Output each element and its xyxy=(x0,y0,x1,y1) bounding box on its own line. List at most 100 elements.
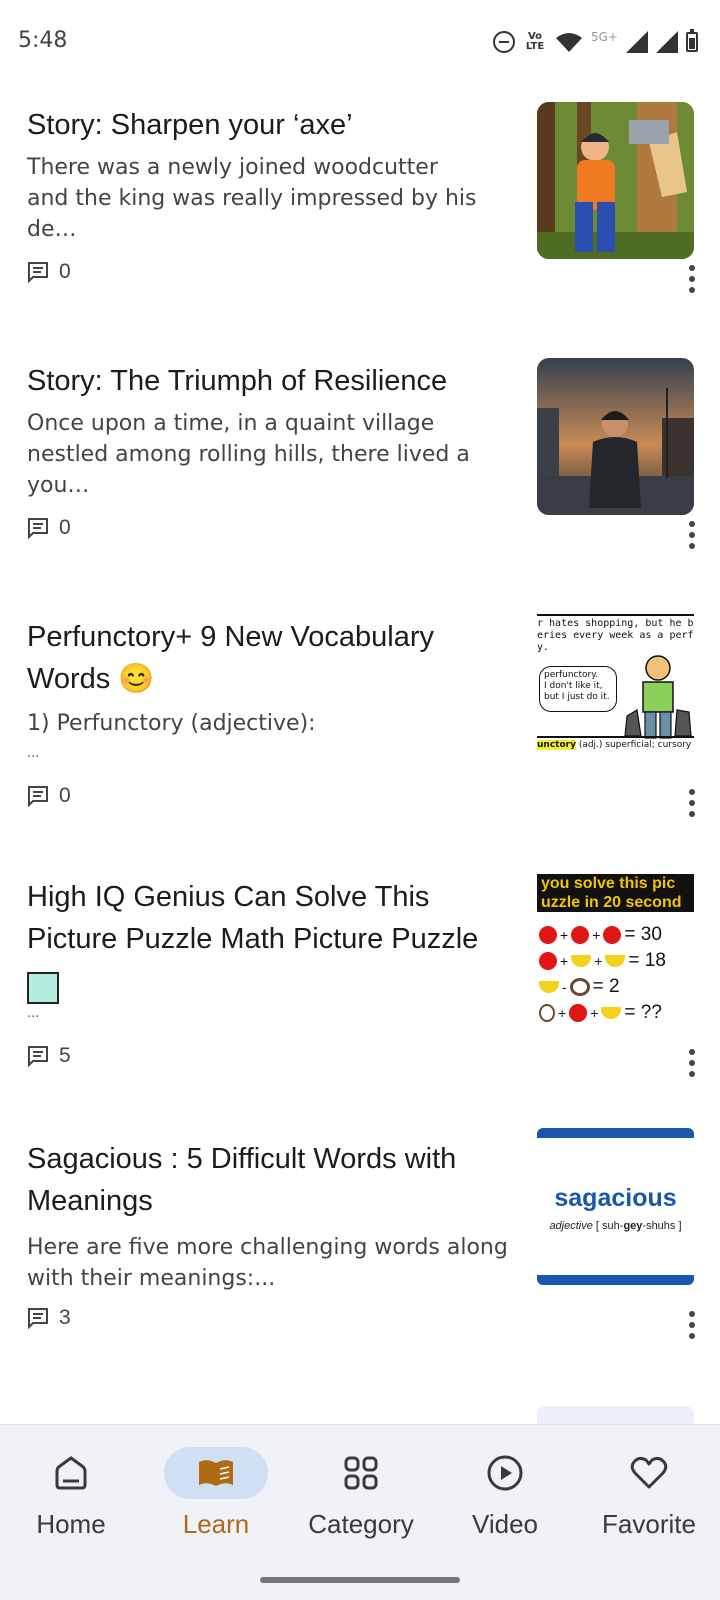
woodcutter-illustration xyxy=(537,102,694,259)
thumb-caption-line: eries every week as a perfuncto xyxy=(537,630,694,641)
shopper-figure xyxy=(624,655,692,739)
signal-icon xyxy=(626,31,648,53)
apple-icon xyxy=(571,926,590,944)
excerpt-line: 1) Perfunctory (adjective): xyxy=(27,711,316,736)
nav-category[interactable]: Category xyxy=(291,1447,431,1557)
article-thumbnail[interactable] xyxy=(537,358,694,515)
title-line: Perfunctory+ 9 New Vocabulary xyxy=(27,621,435,653)
puzzle-result: = 18 xyxy=(628,950,666,971)
article-thumbnail[interactable] xyxy=(537,102,694,259)
article-excerpt: Here are five more challenging words alo… xyxy=(27,1232,525,1294)
banana-icon xyxy=(601,1007,622,1019)
nav-favorite[interactable]: Favorite xyxy=(579,1447,719,1557)
nav-learn-label: Learn xyxy=(182,1509,250,1539)
title-line: Words 😊 xyxy=(27,663,155,695)
more-options-icon[interactable] xyxy=(680,786,704,820)
next-article-thumbnail[interactable] xyxy=(537,1406,694,1424)
network-type: 5G+ xyxy=(591,30,618,44)
more-options-icon[interactable] xyxy=(680,1308,704,1342)
heart-icon xyxy=(630,1456,668,1489)
wifi-icon xyxy=(556,33,582,52)
article-card[interactable]: Perfunctory+ 9 New Vocabulary Words 😊 1)… xyxy=(0,596,720,858)
speech-bubble: perfunctory. I don't like it, but I just… xyxy=(539,666,617,712)
comment-icon xyxy=(28,1046,48,1067)
comment-count[interactable]: 0 xyxy=(27,516,71,540)
article-feed[interactable]: Story: Sharpen your ‘axe’ There was a ne… xyxy=(0,84,720,1424)
puzzle-row: + + = 30 xyxy=(539,922,694,948)
article-title[interactable]: Story: Sharpen your ‘axe’ xyxy=(27,104,525,146)
pron-part: -shuhs ] xyxy=(642,1220,682,1232)
puzzle-result: = 30 xyxy=(624,924,662,945)
do-not-disturb-icon xyxy=(493,31,515,53)
volte-icon: Vo LTE xyxy=(525,31,545,52)
article-title[interactable]: Perfunctory+ 9 New Vocabulary Words 😊 xyxy=(27,616,525,700)
article-card[interactable]: High IQ Genius Can Solve This Picture Pu… xyxy=(0,856,720,1118)
article-title[interactable]: Sagacious : 5 Difficult Words with Meani… xyxy=(27,1138,525,1222)
comment-count-value: 5 xyxy=(59,1044,71,1067)
coconut-icon xyxy=(569,978,590,996)
nav-favorite-label: Favorite xyxy=(602,1509,696,1539)
signal-icon-2 xyxy=(656,31,678,53)
comment-icon xyxy=(28,518,48,539)
coconut-icon xyxy=(539,1004,555,1022)
article-thumbnail[interactable]: r hates shopping, but he bought eries ev… xyxy=(537,614,694,771)
puzzle-result: = 2 xyxy=(592,976,620,997)
article-thumbnail[interactable]: you solve this pic uzzle in 20 second + … xyxy=(537,874,694,1031)
nav-learn[interactable]: Learn xyxy=(146,1447,286,1557)
more-options-icon[interactable] xyxy=(680,262,704,296)
bubble-line: I don't like it, xyxy=(544,681,603,691)
comment-count[interactable]: 0 xyxy=(27,784,71,808)
more-options-icon[interactable] xyxy=(680,1046,704,1080)
excerpt-line: nestled among rolling hills, there lived… xyxy=(27,442,470,498)
comment-count[interactable]: 0 xyxy=(27,260,71,284)
comment-count-value: 3 xyxy=(59,1306,71,1329)
home-gesture-handle[interactable] xyxy=(260,1577,460,1583)
nav-home-pill xyxy=(19,1447,123,1499)
bubble-line: perfunctory. xyxy=(544,670,599,680)
comment-count-value: 0 xyxy=(59,784,71,807)
puzzle-equations: + + = 30 + + = 18 - = 2 + + = ?? xyxy=(539,922,694,1026)
nav-home[interactable]: Home xyxy=(1,1447,141,1557)
article-title[interactable]: Story: The Triumph of Resilience xyxy=(27,360,525,402)
apple-icon xyxy=(569,1004,588,1022)
definition-strip: unctory (adj.) superficial; cursory xyxy=(537,736,694,752)
puzzle-header: you solve this pic uzzle in 20 second xyxy=(537,874,694,912)
comment-count[interactable]: 3 xyxy=(27,1306,71,1330)
apple-icon xyxy=(539,926,557,944)
bottom-navigation: Home Learn Category Video Favorite xyxy=(0,1424,720,1600)
grid-icon xyxy=(344,1456,378,1490)
excerpt-line: and the king was really impressed by his… xyxy=(27,186,477,242)
definition-word: unctory xyxy=(537,740,576,750)
banana-icon xyxy=(539,981,559,993)
thumb-pronunciation: adjective [ suh-gey-shuhs ] xyxy=(537,1220,694,1232)
puzzle-header-line: uzzle in 20 second xyxy=(541,894,682,911)
article-card[interactable]: Story: The Triumph of Resilience Once up… xyxy=(0,340,720,590)
excerpt-line: Here are five more challenging words alo… xyxy=(27,1235,508,1260)
nav-home-label: Home xyxy=(36,1509,106,1539)
article-thumbnail[interactable]: sagacious adjective [ suh-gey-shuhs ] xyxy=(537,1128,694,1285)
title-line: High IQ Genius Can Solve This xyxy=(27,881,430,913)
comment-count[interactable]: 5 xyxy=(27,1044,71,1068)
pron-stress: gey xyxy=(623,1220,643,1232)
article-excerpt: 1) Perfunctory (adjective): xyxy=(27,708,525,739)
excerpt-ellipsis: ... xyxy=(27,746,40,761)
battery-icon xyxy=(686,29,698,52)
article-title[interactable]: High IQ Genius Can Solve This Picture Pu… xyxy=(27,876,525,960)
more-options-icon[interactable] xyxy=(680,518,704,552)
apple-icon xyxy=(603,926,622,944)
thumb-bottom-bar xyxy=(537,1275,694,1285)
article-card[interactable]: Sagacious : 5 Difficult Words with Meani… xyxy=(0,1118,720,1380)
article-card[interactable]: Story: Sharpen your ‘axe’ There was a ne… xyxy=(0,84,720,334)
nav-favorite-pill xyxy=(597,1447,701,1499)
excerpt-line: There was a newly joined woodcutter xyxy=(27,155,438,180)
thumb-word: sagacious xyxy=(554,1184,677,1212)
nav-video[interactable]: Video xyxy=(435,1447,575,1557)
thumb-top-bar xyxy=(537,1128,694,1138)
puzzle-row: - = 2 xyxy=(539,974,694,1000)
nav-video-pill xyxy=(453,1447,557,1499)
apple-icon xyxy=(539,952,557,970)
excerpt-line: Once upon a time, in a quaint village xyxy=(27,411,435,436)
puzzle-row: + + = 18 xyxy=(539,948,694,974)
nav-category-pill xyxy=(309,1447,413,1499)
status-icons: Vo LTE 5G+ xyxy=(493,28,698,56)
